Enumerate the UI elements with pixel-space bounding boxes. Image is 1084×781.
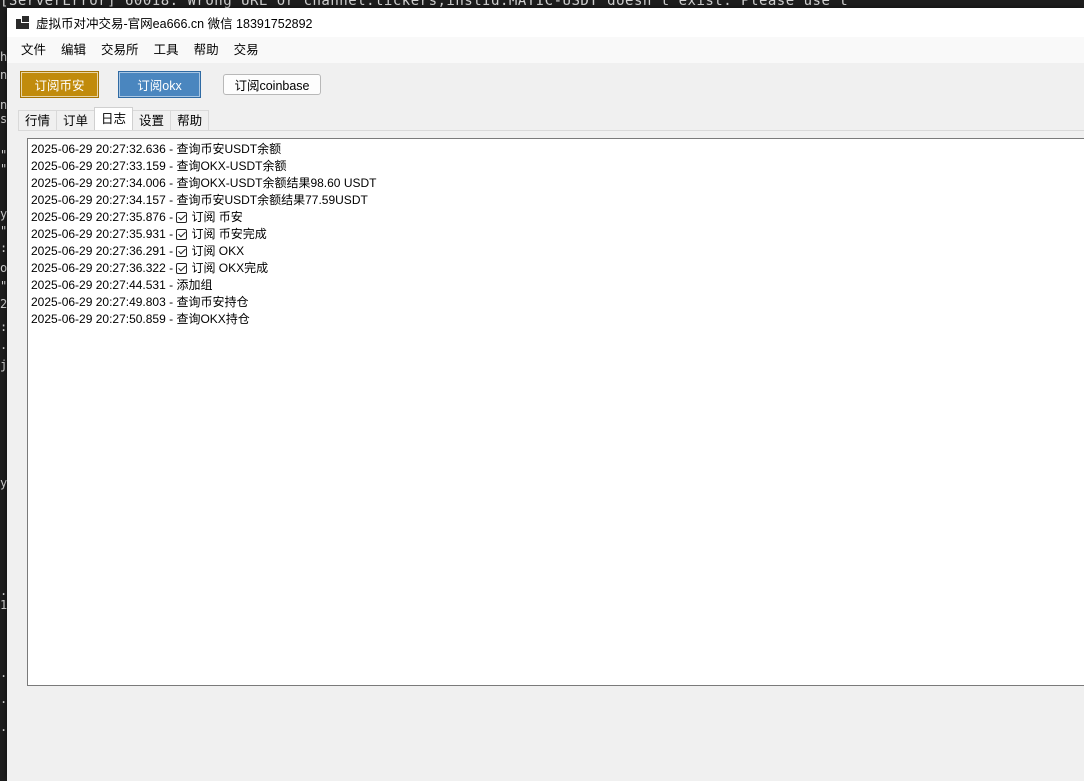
window-title: 虚拟币对冲交易-官网ea666.cn 微信 18391752892: [36, 17, 313, 31]
log-text: 订阅 OKX: [191, 244, 245, 258]
terminal-glyph: 2: [0, 297, 7, 311]
terminal-glyph: y: [0, 476, 7, 490]
app-window: 虚拟币对冲交易-官网ea666.cn 微信 18391752892 文件 编辑 …: [7, 8, 1084, 781]
log-timestamp: 2025-06-29 20:27:36.291 -: [31, 244, 177, 258]
menu-tools[interactable]: 工具: [147, 38, 186, 62]
log-line: 2025-06-29 20:27:33.159 - 查询OKX-USDT余额: [31, 158, 1084, 175]
log-text: 订阅 币安: [191, 210, 243, 224]
log-line: 2025-06-29 20:27:35.931 - 订阅 币安完成: [31, 226, 1084, 243]
log-text: 2025-06-29 20:27:34.157 - 查询币安USDT余额结果77…: [31, 193, 368, 207]
log-list: 2025-06-29 20:27:32.636 - 查询币安USDT余额 2025…: [28, 139, 1084, 328]
terminal-glyph: n: [0, 98, 7, 112]
terminal-glyph: ": [0, 224, 7, 238]
terminal-glyph: :: [0, 320, 7, 334]
terminal-glyph: .: [0, 584, 7, 598]
terminal-error-line: [ServerError] 60018: Wrong URL or channe…: [0, 0, 849, 8]
terminal-glyph: y: [0, 207, 7, 221]
tab-divider: [18, 130, 1084, 131]
log-line: 2025-06-29 20:27:35.876 - 订阅 币安: [31, 209, 1084, 226]
checkbox-checked-icon: [176, 229, 188, 240]
menu-file[interactable]: 文件: [14, 38, 53, 62]
log-text: 订阅 OKX完成: [191, 261, 269, 275]
log-text: 2025-06-29 20:27:32.636 - 查询币安USDT余额: [31, 142, 282, 156]
log-line: 2025-06-29 20:27:36.322 - 订阅 OKX完成: [31, 260, 1084, 277]
menu-bar: 文件 编辑 交易所 工具 帮助 交易: [7, 37, 1084, 63]
log-text: 2025-06-29 20:27:44.531 - 添加组: [31, 278, 213, 292]
log-line: 2025-06-29 20:27:34.006 - 查询OKX-USDT余额结果…: [31, 175, 1084, 192]
tab-market[interactable]: 行情: [18, 110, 58, 130]
log-line: 2025-06-29 20:27:44.531 - 添加组: [31, 277, 1084, 294]
log-line: 2025-06-29 20:27:36.291 - 订阅 OKX: [31, 243, 1084, 260]
terminal-glyph: .: [0, 692, 7, 706]
log-line: 2025-06-29 20:27:49.803 - 查询币安持仓: [31, 294, 1084, 311]
tab-strip: 行情 订单 日志 设置 帮助: [18, 107, 210, 130]
subscribe-coinbase-button[interactable]: 订阅coinbase: [223, 74, 321, 95]
terminal-glyph: o: [0, 261, 7, 275]
terminal-glyph: ": [0, 162, 7, 176]
menu-exchange[interactable]: 交易所: [94, 38, 146, 62]
menu-edit[interactable]: 编辑: [54, 38, 93, 62]
tab-settings[interactable]: 设置: [132, 110, 172, 130]
tab-help[interactable]: 帮助: [170, 110, 210, 130]
title-bar[interactable]: 虚拟币对冲交易-官网ea666.cn 微信 18391752892: [7, 8, 1084, 37]
log-text: 2025-06-29 20:27:50.859 - 查询OKX持仓: [31, 312, 250, 326]
log-text: 2025-06-29 20:27:33.159 - 查询OKX-USDT余额: [31, 159, 287, 173]
terminal-glyph: s: [0, 112, 7, 126]
terminal-glyph: j: [0, 358, 7, 372]
tab-log[interactable]: 日志: [94, 107, 134, 130]
terminal-glyph: ": [0, 148, 7, 162]
log-line: 2025-06-29 20:27:50.859 - 查询OKX持仓: [31, 311, 1084, 328]
log-line: 2025-06-29 20:27:32.636 - 查询币安USDT余额: [31, 141, 1084, 158]
terminal-glyph: n: [0, 68, 7, 82]
log-text: 2025-06-29 20:27:49.803 - 查询币安持仓: [31, 295, 249, 309]
log-line: 2025-06-29 20:27:34.157 - 查询币安USDT余额结果77…: [31, 192, 1084, 209]
checkbox-checked-icon: [176, 212, 188, 223]
log-text: 订阅 币安完成: [191, 227, 267, 241]
log-textbox[interactable]: 2025-06-29 20:27:32.636 - 查询币安USDT余额 2025…: [27, 138, 1084, 686]
log-timestamp: 2025-06-29 20:27:35.931 -: [31, 227, 177, 241]
log-text: 2025-06-29 20:27:34.006 - 查询OKX-USDT余额结果…: [31, 176, 377, 190]
terminal-glyph: h: [0, 50, 7, 64]
app-icon: [16, 16, 29, 29]
checkbox-checked-icon: [176, 263, 188, 274]
menu-trade[interactable]: 交易: [227, 38, 266, 62]
terminal-glyph: 1: [0, 598, 7, 612]
terminal-glyph: .: [0, 338, 7, 352]
menu-help[interactable]: 帮助: [187, 38, 226, 62]
terminal-glyph: :: [0, 241, 7, 255]
log-timestamp: 2025-06-29 20:27:36.322 -: [31, 261, 177, 275]
terminal-glyph: ": [0, 279, 7, 293]
tab-orders[interactable]: 订单: [56, 110, 96, 130]
subscribe-binance-button[interactable]: 订阅币安: [20, 71, 99, 98]
checkbox-checked-icon: [176, 246, 188, 257]
subscribe-okx-button[interactable]: 订阅okx: [118, 71, 201, 98]
terminal-glyph: .: [0, 720, 7, 734]
log-timestamp: 2025-06-29 20:27:35.876 -: [31, 210, 177, 224]
terminal-glyph: .: [0, 666, 7, 680]
toolbar: 订阅币安 订阅okx 订阅coinbase: [7, 63, 1084, 104]
